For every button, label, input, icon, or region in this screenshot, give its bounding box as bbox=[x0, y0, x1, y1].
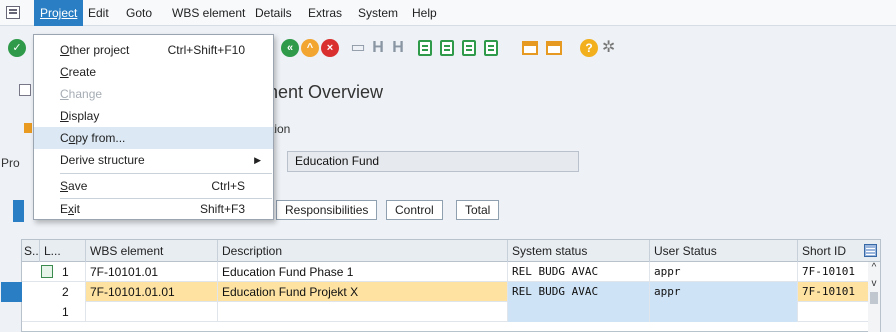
cell-short-id bbox=[798, 302, 868, 322]
new-session-icon[interactable] bbox=[522, 41, 538, 55]
menu-edit[interactable]: Edit bbox=[82, 0, 115, 26]
row-selector[interactable] bbox=[1, 282, 22, 302]
scroll-down-icon[interactable]: v bbox=[868, 278, 880, 290]
menu-project[interactable]: Project bbox=[34, 0, 84, 26]
menu-item-save[interactable]: Save Ctrl+S bbox=[34, 175, 273, 197]
scroll-thumb[interactable] bbox=[870, 292, 878, 304]
page-title: nent Overview bbox=[268, 82, 384, 102]
vertical-scrollbar[interactable]: ^ v bbox=[868, 262, 880, 332]
menu-item-label: Exit bbox=[60, 202, 81, 216]
menu-system[interactable]: System bbox=[352, 0, 404, 26]
column-header-status[interactable]: S.. bbox=[22, 240, 40, 262]
menu-goto[interactable]: Goto bbox=[120, 0, 158, 26]
menu-bar: Project Edit Goto WBS element Details Ex… bbox=[0, 0, 896, 26]
menu-item-shortcut: Ctrl+Shift+F10 bbox=[167, 43, 245, 57]
find-icon[interactable]: H bbox=[369, 39, 387, 57]
cell-short-id: 7F-10101 bbox=[802, 265, 855, 278]
cell-wbs-element[interactable] bbox=[86, 302, 218, 322]
scroll-up-icon[interactable]: ^ bbox=[868, 262, 880, 274]
menu-item-label: Derive structure bbox=[60, 153, 145, 167]
menu-separator bbox=[60, 173, 272, 174]
cell-wbs-element[interactable]: 7F-10101.01.01 bbox=[86, 282, 218, 302]
previous-page-icon[interactable] bbox=[440, 40, 454, 56]
system-menu-icon[interactable] bbox=[6, 6, 20, 19]
column-header-level[interactable]: L... bbox=[40, 240, 86, 262]
menu-item-shortcut: Shift+F3 bbox=[199, 202, 245, 216]
menu-item-label: Create bbox=[60, 65, 97, 79]
cell-system-status: REL BUDG AVAC bbox=[508, 262, 650, 282]
column-header-wbs-element[interactable]: WBS element bbox=[86, 240, 218, 262]
enter-icon[interactable]: ✓ bbox=[8, 39, 26, 57]
last-page-icon[interactable] bbox=[484, 40, 498, 56]
project-label: Pro bbox=[1, 156, 20, 170]
cell-system-status: REL BUDG AVAC bbox=[508, 282, 650, 302]
menu-item-label: Display bbox=[60, 109, 100, 123]
cell-level: 2 bbox=[58, 282, 86, 302]
cell-level: 1 bbox=[58, 262, 86, 282]
cell-level: 1 bbox=[58, 302, 86, 322]
column-header-user-status[interactable]: User Status bbox=[650, 240, 798, 262]
cancel-icon[interactable]: × bbox=[321, 39, 339, 57]
cell-description[interactable]: Education Fund Phase 1 bbox=[218, 262, 508, 282]
help-icon[interactable]: ? bbox=[580, 39, 598, 57]
cell-description[interactable]: Education Fund Projekt X bbox=[218, 282, 508, 302]
project-description-field: Education Fund bbox=[287, 151, 579, 172]
menu-item-label: Save bbox=[60, 179, 88, 193]
menu-details[interactable]: Details bbox=[249, 0, 298, 26]
tab-active-marker[interactable] bbox=[13, 200, 24, 222]
menu-item-change: Change bbox=[34, 83, 273, 105]
cell-user-status: appr bbox=[650, 262, 798, 282]
app-toolbar-icon[interactable] bbox=[24, 123, 32, 133]
menu-item-label: Change bbox=[60, 87, 103, 101]
table-header: S.. L... WBS element Description System … bbox=[22, 240, 880, 262]
print-icon[interactable]: ▭ bbox=[349, 39, 367, 57]
menu-extras[interactable]: Extras bbox=[302, 0, 348, 26]
hierarchy-icon[interactable] bbox=[41, 265, 53, 278]
column-header-description[interactable]: Description bbox=[218, 240, 508, 262]
tab-total[interactable]: Total bbox=[456, 200, 500, 220]
table-settings-icon[interactable] bbox=[864, 244, 877, 257]
menu-item-derive-structure[interactable]: Derive structure ▶ bbox=[34, 149, 273, 171]
menu-item-label: Other project bbox=[60, 43, 130, 57]
cell-short-id: 7F-10101 bbox=[802, 285, 855, 298]
cell-system-status bbox=[508, 302, 650, 322]
table-row[interactable]: 1 bbox=[22, 302, 880, 322]
submenu-arrow-icon: ▶ bbox=[254, 155, 261, 165]
cell-wbs-element[interactable]: 7F-10101.01 bbox=[86, 262, 218, 282]
find-next-icon[interactable]: H bbox=[389, 39, 407, 57]
shortcut-icon[interactable] bbox=[546, 41, 562, 55]
command-field-icon[interactable] bbox=[19, 84, 31, 96]
menu-item-other-project[interactable]: Other project Ctrl+Shift+F10 bbox=[34, 39, 273, 61]
menu-item-label: Copy from... bbox=[60, 131, 126, 145]
menu-help[interactable]: Help bbox=[406, 0, 443, 26]
menu-item-copy-from[interactable]: Copy from... bbox=[34, 127, 273, 149]
menu-item-exit[interactable]: Exit Shift+F3 bbox=[34, 198, 273, 220]
menu-item-display[interactable]: Display bbox=[34, 105, 273, 127]
cell-blank bbox=[22, 282, 58, 302]
tab-responsibilities[interactable]: Responsibilities bbox=[276, 200, 378, 220]
back-icon[interactable]: « bbox=[281, 39, 299, 57]
next-page-icon[interactable] bbox=[462, 40, 476, 56]
menu-item-create[interactable]: Create bbox=[34, 61, 273, 83]
first-page-icon[interactable] bbox=[418, 40, 432, 56]
settings-icon[interactable]: ✲ bbox=[602, 39, 620, 57]
exit-icon[interactable]: ^ bbox=[301, 39, 319, 57]
wbs-table: S.. L... WBS element Description System … bbox=[1, 239, 881, 332]
project-menu-dropdown: Other project Ctrl+Shift+F10 Create Chan… bbox=[33, 34, 274, 220]
menu-wbs-element[interactable]: WBS element bbox=[166, 0, 251, 26]
menu-item-shortcut: Ctrl+S bbox=[211, 179, 245, 193]
tab-control[interactable]: Control bbox=[386, 200, 443, 220]
cell-user-status bbox=[650, 302, 798, 322]
column-header-system-status[interactable]: System status bbox=[508, 240, 650, 262]
cell-description[interactable] bbox=[218, 302, 508, 322]
table-row[interactable]: 1 7F-10101.01 Education Fund Phase 1 REL… bbox=[22, 262, 880, 282]
cell-user-status: appr bbox=[650, 282, 798, 302]
table-row[interactable]: 2 7F-10101.01.01 Education Fund Projekt … bbox=[1, 282, 880, 302]
